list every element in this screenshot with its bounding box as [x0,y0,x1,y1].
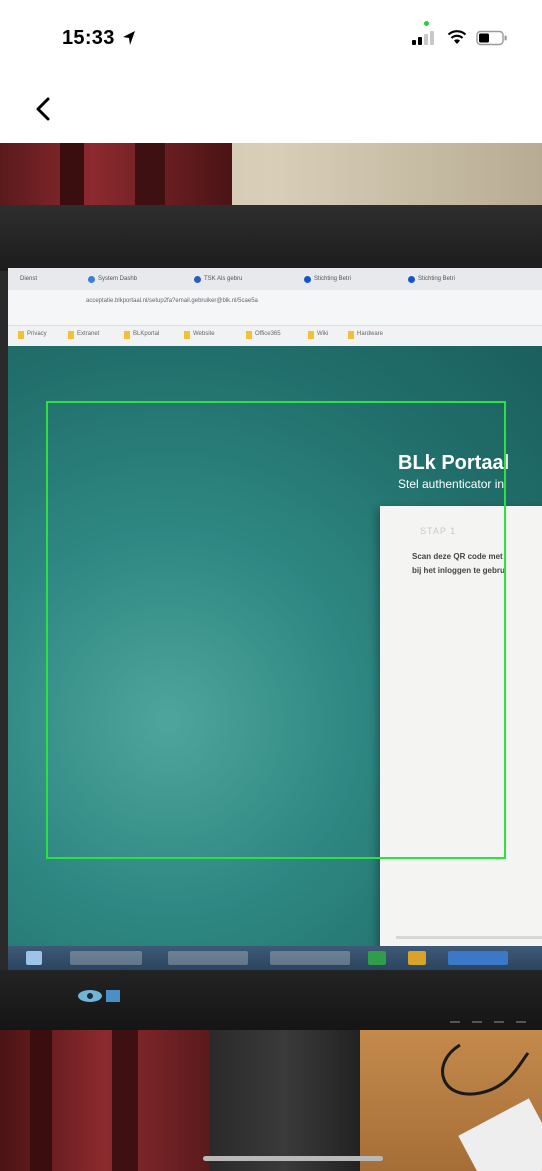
cellular-signal-icon [412,31,434,45]
address-url: acceptatie.blkportaal.nl/setup2fa?email.… [86,298,258,304]
cable [441,1043,530,1096]
taskbar-item [448,951,508,965]
start-icon [26,951,42,965]
bookmark: Hardware [348,331,383,339]
browser-tab: Dienst [20,276,38,282]
browser-tab: Stichting Betri [406,271,502,288]
home-indicator[interactable] [203,1156,383,1161]
browser-tab: System Dashb [86,271,176,288]
battery-icon [476,30,507,46]
status-bar: 15:33 [0,0,542,75]
navigation-bar [0,75,542,143]
browser-tab: Stichting Betri [302,271,390,288]
monitor-buttons [450,1021,526,1023]
taskbar-item [368,951,386,965]
location-arrow-icon [123,31,135,45]
status-time: 15:33 [62,27,115,49]
taskbar-item [270,951,350,965]
bookmark: Office365 [246,331,281,339]
bookmark: Website [184,331,215,339]
bookmark: BLKportal [124,331,159,339]
card-text-blurred [396,936,542,939]
bookmarks-bar: Privacy Extranet BLKportal Website Offic… [8,326,542,346]
browser-address-bar: acceptatie.blkportaal.nl/setup2fa?email.… [8,290,542,326]
browser-tab-bar: Dienst System Dashb TSK Als gebru Sticht… [8,268,542,290]
bookmark: Extranet [68,331,99,339]
camera-in-use-indicator [424,21,429,26]
curtain-fold [30,1030,52,1171]
monitor-bezel-top [0,205,542,271]
curtain-fold [112,1030,138,1171]
taskbar-item [168,951,248,965]
taskbar-item [408,951,426,965]
qr-scan-frame [46,401,506,859]
back-button[interactable] [28,91,58,127]
taskbar-item [70,951,142,965]
windows-taskbar [8,946,542,970]
bookmark: Privacy [18,331,47,339]
monitor-stand [210,1030,360,1171]
bookmark: Wiki [308,331,328,339]
browser-tab: TSK Als gebru [192,271,288,288]
wifi-icon [447,30,467,44]
monitor-logo-icon [78,990,120,1002]
